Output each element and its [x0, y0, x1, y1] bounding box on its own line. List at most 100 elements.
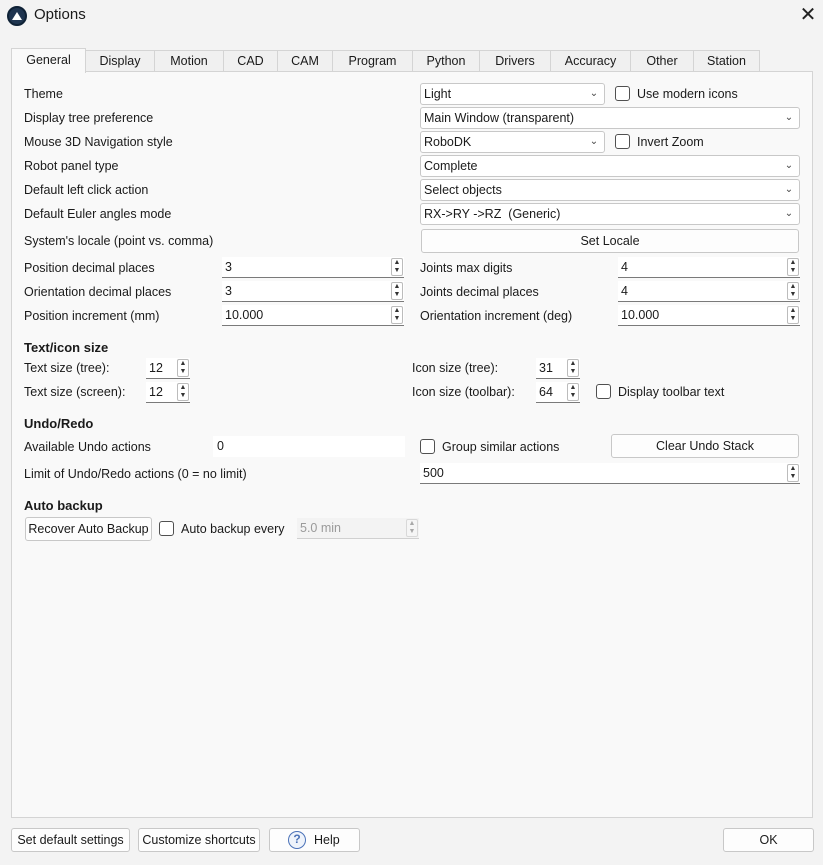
- arrow-up-icon[interactable]: ▲: [568, 384, 578, 392]
- position-increment-spinbox[interactable]: 10.000 ▲ ▼: [222, 305, 404, 326]
- undo-limit-spinbox[interactable]: 500 ▲ ▼: [420, 463, 800, 484]
- chevron-down-icon: ⌄: [784, 112, 794, 123]
- clear-undo-stack-button[interactable]: Clear Undo Stack: [611, 434, 799, 458]
- arrow-down-icon[interactable]: ▼: [392, 315, 402, 323]
- arrow-down-icon[interactable]: ▼: [568, 368, 578, 376]
- joints-decimals-label: Joints decimal places: [420, 285, 539, 299]
- orientation-increment-spinbox[interactable]: 10.000 ▲ ▼: [618, 305, 800, 326]
- text-size-tree-label: Text size (tree):: [24, 361, 110, 375]
- display-toolbar-text-checkbox[interactable]: [596, 384, 611, 399]
- spin-arrows[interactable]: ▲ ▼: [787, 306, 799, 324]
- mouse-nav-select[interactable]: RoboDK ⌄: [420, 131, 605, 153]
- arrow-down-icon[interactable]: ▼: [178, 392, 188, 400]
- spin-arrows[interactable]: ▲ ▼: [567, 359, 579, 377]
- use-modern-icons-label: Use modern icons: [637, 87, 738, 101]
- arrow-up-icon[interactable]: ▲: [788, 307, 798, 315]
- question-mark-icon: ?: [288, 831, 306, 849]
- joints-max-digits-spinbox[interactable]: 4 ▲ ▼: [618, 257, 800, 278]
- tab-other[interactable]: Other: [630, 50, 694, 72]
- window-title: Options: [34, 6, 86, 23]
- spin-arrows[interactable]: ▲ ▼: [787, 282, 799, 300]
- title-bar: Options ✕: [0, 0, 823, 32]
- arrow-up-icon[interactable]: ▲: [788, 465, 798, 473]
- tab-drivers[interactable]: Drivers: [479, 50, 551, 72]
- arrow-up-icon[interactable]: ▲: [568, 360, 578, 368]
- tab-program[interactable]: Program: [332, 50, 413, 72]
- set-default-settings-button[interactable]: Set default settings: [11, 828, 130, 852]
- text-size-screen-label: Text size (screen):: [24, 385, 126, 399]
- position-decimals-spinbox[interactable]: 3 ▲ ▼: [222, 257, 404, 278]
- arrow-down-icon[interactable]: ▼: [788, 291, 798, 299]
- orientation-decimals-label: Orientation decimal places: [24, 285, 172, 299]
- arrow-up-icon[interactable]: ▲: [788, 259, 798, 267]
- tab-general[interactable]: General: [11, 48, 86, 73]
- display-tree-select[interactable]: Main Window (transparent) ⌄: [420, 107, 800, 129]
- auto-backup-checkbox[interactable]: [159, 521, 174, 536]
- robot-panel-select[interactable]: Complete ⌄: [420, 155, 800, 177]
- arrow-down-icon[interactable]: ▼: [568, 392, 578, 400]
- euler-label: Default Euler angles mode: [24, 207, 172, 221]
- tab-station[interactable]: Station: [693, 50, 760, 72]
- help-button-label: Help: [314, 833, 340, 847]
- close-icon[interactable]: ✕: [797, 5, 819, 27]
- tab-motion[interactable]: Motion: [154, 50, 224, 72]
- joints-decimals-spinbox[interactable]: 4 ▲ ▼: [618, 281, 800, 302]
- spin-arrows[interactable]: ▲ ▼: [787, 464, 799, 482]
- chevron-down-icon: ⌄: [784, 160, 794, 171]
- customize-shortcuts-button[interactable]: Customize shortcuts: [138, 828, 260, 852]
- spin-arrows[interactable]: ▲ ▼: [177, 383, 189, 401]
- arrow-up-icon[interactable]: ▲: [392, 283, 402, 291]
- icon-size-toolbar-spinbox[interactable]: 64 ▲ ▼: [536, 382, 580, 403]
- theme-select[interactable]: Light ⌄: [420, 83, 605, 105]
- icon-size-tree-label: Icon size (tree):: [412, 361, 499, 375]
- invert-zoom-checkbox[interactable]: [615, 134, 630, 149]
- arrow-up-icon[interactable]: ▲: [788, 283, 798, 291]
- tab-cam[interactable]: CAM: [277, 50, 333, 72]
- recover-auto-backup-button[interactable]: Recover Auto Backup: [25, 517, 152, 541]
- spin-arrows[interactable]: ▲ ▼: [567, 383, 579, 401]
- position-increment-label: Position increment (mm): [24, 309, 160, 323]
- spin-arrows[interactable]: ▲ ▼: [391, 282, 403, 300]
- spin-arrows[interactable]: ▲ ▼: [787, 258, 799, 276]
- text-icon-size-heading: Text/icon size: [24, 340, 109, 355]
- icon-size-tree-spinbox[interactable]: 31 ▲ ▼: [536, 358, 580, 379]
- help-button[interactable]: ? Help: [269, 828, 360, 852]
- spin-arrows[interactable]: ▲ ▼: [391, 306, 403, 324]
- arrow-up-icon[interactable]: ▲: [392, 307, 402, 315]
- use-modern-icons-checkbox[interactable]: [615, 86, 630, 101]
- display-tree-label: Display tree preference: [24, 111, 154, 125]
- arrow-up-icon[interactable]: ▲: [178, 360, 188, 368]
- text-size-tree-spinbox[interactable]: 12 ▲ ▼: [146, 358, 190, 379]
- position-decimals-label: Position decimal places: [24, 261, 155, 275]
- arrow-down-icon[interactable]: ▼: [788, 267, 798, 275]
- arrow-down-icon: ▼: [408, 528, 416, 535]
- left-click-select[interactable]: Select objects ⌄: [420, 179, 800, 201]
- arrow-down-icon[interactable]: ▼: [788, 473, 798, 481]
- set-locale-button[interactable]: Set Locale: [421, 229, 799, 253]
- spin-arrows[interactable]: ▲ ▼: [391, 258, 403, 276]
- icon-size-toolbar-label: Icon size (toolbar):: [412, 385, 515, 399]
- euler-select[interactable]: RX->RY ->RZ (Generic) ⌄: [420, 203, 800, 225]
- group-similar-checkbox[interactable]: [420, 439, 435, 454]
- joints-max-digits-label: Joints max digits: [420, 261, 513, 275]
- arrow-up-icon: ▲: [408, 520, 416, 527]
- text-size-screen-spinbox[interactable]: 12 ▲ ▼: [146, 382, 190, 403]
- tab-display[interactable]: Display: [85, 50, 155, 72]
- orientation-decimals-spinbox[interactable]: 3 ▲ ▼: [222, 281, 404, 302]
- spin-arrows[interactable]: ▲ ▼: [177, 359, 189, 377]
- arrow-up-icon[interactable]: ▲: [392, 259, 402, 267]
- tab-accuracy[interactable]: Accuracy: [550, 50, 631, 72]
- ok-button[interactable]: OK: [723, 828, 814, 852]
- display-toolbar-text-label: Display toolbar text: [618, 385, 725, 399]
- arrow-down-icon[interactable]: ▼: [178, 368, 188, 376]
- arrow-down-icon[interactable]: ▼: [392, 267, 402, 275]
- arrow-down-icon[interactable]: ▼: [392, 291, 402, 299]
- undo-redo-heading: Undo/Redo: [24, 416, 94, 431]
- arrow-up-icon[interactable]: ▲: [178, 384, 188, 392]
- invert-zoom-label: Invert Zoom: [637, 135, 704, 149]
- chevron-down-icon: ⌄: [589, 88, 599, 99]
- tab-cad[interactable]: CAD: [223, 50, 278, 72]
- arrow-down-icon[interactable]: ▼: [788, 315, 798, 323]
- available-undo-field: 0: [213, 436, 405, 457]
- tab-python[interactable]: Python: [412, 50, 480, 72]
